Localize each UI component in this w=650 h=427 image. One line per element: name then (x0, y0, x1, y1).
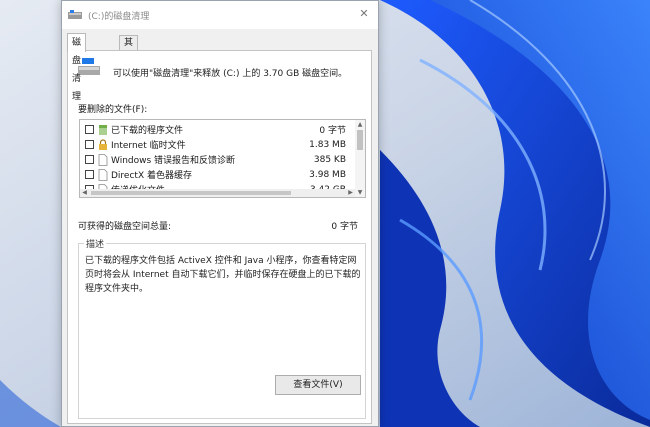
files-list[interactable]: 已下载的程序文件 0 字节 Internet 临时文件 1.83 MB Wind… (79, 119, 366, 198)
checkbox[interactable] (85, 125, 94, 134)
downloaded-program-icon (99, 124, 107, 135)
file-name: 已下载的程序文件 (111, 126, 184, 136)
document-icon (98, 168, 108, 181)
list-item[interactable]: Internet 临时文件 1.83 MB (80, 137, 350, 152)
files-to-delete-label: 要删除的文件(F): (78, 105, 148, 115)
scroll-down-icon[interactable]: ▼ (355, 188, 365, 197)
list-item[interactable]: DirectX 着色器缓存 3.98 MB (80, 167, 350, 182)
scroll-left-icon[interactable]: ◀ (80, 189, 89, 197)
obtainable-space-label: 可获得的磁盘空间总量: (78, 222, 172, 232)
view-files-button[interactable]: 查看文件(V) (275, 375, 361, 395)
description-title: 描述 (84, 237, 107, 250)
obtainable-space-value: 0 字节 (331, 222, 358, 232)
scroll-up-icon[interactable]: ▲ (355, 120, 365, 129)
window-title: (C:)的磁盘清理 (88, 11, 150, 22)
tab-more-options[interactable]: 其他选项 (119, 35, 139, 93)
horizontal-scrollbar[interactable]: ◀ ▶ (80, 189, 355, 197)
list-item[interactable]: Windows 错误报告和反馈诊断 385 KB (80, 152, 350, 167)
summary-text: 可以使用"磁盘清理"来释放 (C:) 上的 3.70 GB 磁盘空间。 (113, 69, 348, 79)
close-icon: ✕ (359, 7, 369, 20)
file-size: 1.83 MB (309, 139, 346, 150)
checkbox[interactable] (85, 155, 94, 164)
lock-icon (99, 138, 107, 150)
disk-cleanup-dialog: (C:)的磁盘清理 ✕ 磁盘清理 其他选项 可以使用"磁盘清理"来释放 (C:)… (61, 0, 379, 427)
close-button[interactable]: ✕ (356, 6, 372, 22)
description-text: 已下载的程序文件包括 ActiveX 控件和 Java 小程序，你查看特定网页时… (85, 256, 361, 294)
file-size: 0 字节 (319, 126, 346, 136)
scroll-thumb[interactable] (357, 130, 363, 150)
file-size: 3.98 MB (309, 169, 346, 180)
h-scroll-thumb[interactable] (91, 191, 291, 195)
description-group: 描述 已下载的程序文件包括 ActiveX 控件和 Java 小程序，你查看特定… (78, 237, 366, 419)
checkbox[interactable] (85, 170, 94, 179)
scroll-right-icon[interactable]: ▶ (346, 189, 355, 197)
title-bar: (C:)的磁盘清理 ✕ (62, 1, 378, 29)
document-icon (98, 153, 108, 166)
checkbox[interactable] (85, 140, 94, 149)
tab-disk-cleanup[interactable]: 磁盘清理 (67, 33, 87, 102)
file-size: 385 KB (313, 154, 346, 165)
disk-cleanup-app-icon (68, 10, 82, 19)
drive-icon (78, 58, 100, 75)
vertical-scrollbar[interactable]: ▲ ▼ (355, 120, 365, 197)
list-item[interactable]: 已下载的程序文件 0 字节 (80, 122, 350, 137)
disk-cleanup-panel: 可以使用"磁盘清理"来释放 (C:) 上的 3.70 GB 磁盘空间。 要删除的… (67, 50, 372, 424)
